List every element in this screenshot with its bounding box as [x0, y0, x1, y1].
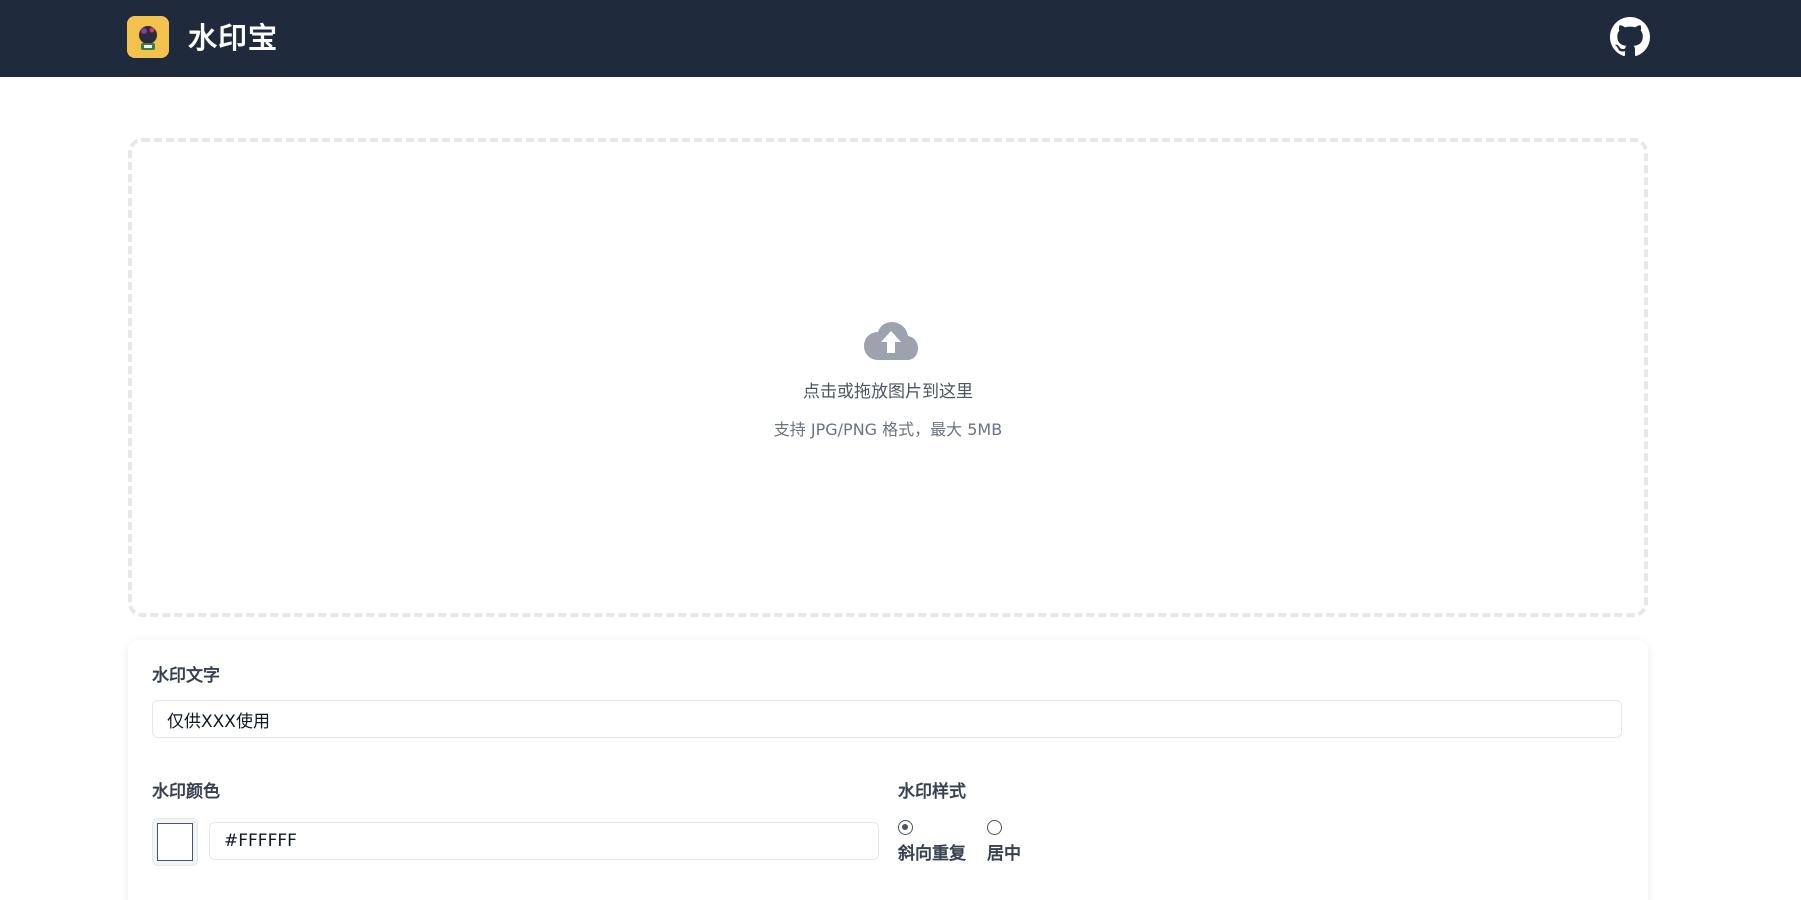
app-title: 水印宝 [188, 21, 279, 55]
watermark-style-label: 水印样式 [898, 782, 966, 802]
watermark-text-label: 水印文字 [152, 666, 220, 686]
watermark-color-label: 水印颜色 [152, 782, 220, 802]
color-preview [157, 823, 193, 861]
color-hex-input[interactable] [209, 822, 879, 860]
image-upload-dropzone[interactable]: 点击或拖放图片到这里 支持 JPG/PNG 格式，最大 5MB [128, 138, 1648, 617]
app-logo-icon[interactable] [127, 16, 169, 58]
radio-checked-icon[interactable] [898, 820, 913, 835]
style-option-diagonal-repeat[interactable]: 斜向重复 [898, 820, 966, 865]
cloud-upload-icon [862, 318, 920, 364]
color-picker-swatch[interactable] [152, 818, 198, 866]
upload-hint: 点击或拖放图片到这里 [803, 382, 973, 402]
app-header: 水印宝 [0, 0, 1801, 77]
radio-unchecked-icon[interactable] [987, 820, 1002, 835]
github-icon[interactable] [1610, 17, 1650, 57]
watermark-text-input[interactable] [152, 700, 1622, 738]
style-option-label: 斜向重复 [898, 844, 966, 864]
style-option-center[interactable]: 居中 [987, 820, 1047, 865]
watermark-settings-panel: 水印文字 水印颜色 水印样式 斜向重复 居中 [128, 640, 1648, 900]
upload-format-hint: 支持 JPG/PNG 格式，最大 5MB [773, 420, 1003, 439]
style-option-label: 居中 [987, 844, 1021, 864]
